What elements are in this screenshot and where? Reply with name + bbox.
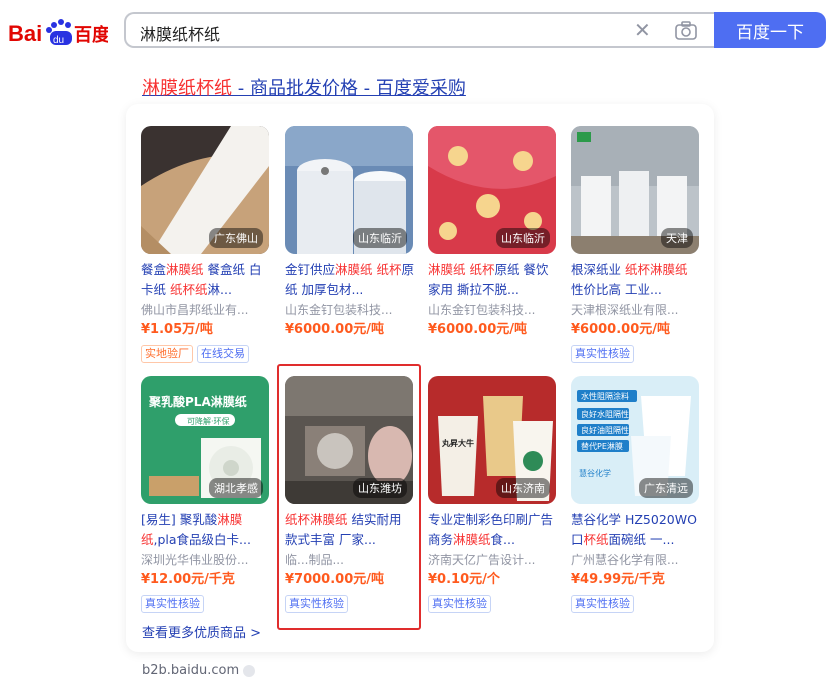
location-tag: 山东济南 bbox=[496, 478, 550, 498]
verification-tag: 真实性核验 bbox=[571, 345, 634, 363]
search-button[interactable]: 百度一下 bbox=[714, 12, 826, 48]
product-title[interactable]: 根深纸业 纸杯淋膜纸 性价比高 工业... bbox=[571, 260, 701, 300]
product-image[interactable]: 山东临沂 bbox=[428, 126, 556, 254]
svg-text:慧谷化学: 慧谷化学 bbox=[579, 468, 611, 478]
product-item[interactable]: 水性阻隔涂料 良好水阻隔性 良好油阻隔性 替代PE淋膜 慧谷化学 广东清远 慧谷… bbox=[571, 376, 701, 613]
product-image[interactable]: 广东佛山 bbox=[141, 126, 269, 254]
product-title[interactable]: 餐盒淋膜纸 餐盒纸 白卡纸 纸杯纸淋... bbox=[141, 260, 271, 300]
svg-text:聚乳酸PLA淋膜纸: 聚乳酸PLA淋膜纸 bbox=[148, 394, 247, 409]
product-card-panel: 广东佛山 餐盒淋膜纸 餐盒纸 白卡纸 纸杯纸淋... 佛山市昌邦纸业有... ¥… bbox=[126, 104, 714, 652]
company-name: 深圳光华伟业股份... bbox=[141, 553, 249, 567]
company-name: 临...制品... bbox=[285, 553, 344, 567]
location-tag: 山东临沂 bbox=[353, 228, 407, 248]
product-image[interactable]: 山东潍坊 bbox=[285, 376, 413, 504]
product-item[interactable]: 广东佛山 餐盒淋膜纸 餐盒纸 白卡纸 纸杯纸淋... 佛山市昌邦纸业有... ¥… bbox=[141, 126, 271, 363]
online-trade-tag: 在线交易 bbox=[197, 345, 249, 363]
more-products-link[interactable]: 查看更多优质商品 > bbox=[142, 622, 261, 641]
svg-text:du: du bbox=[53, 35, 64, 46]
verification-tag: 真实性核验 bbox=[285, 595, 348, 613]
product-price: ¥0.10元/个 bbox=[428, 572, 500, 587]
product-title[interactable]: [易生] 聚乳酸淋膜纸,pla食品级白卡... bbox=[141, 510, 271, 550]
product-image[interactable]: 天津 bbox=[571, 126, 699, 254]
company-name: 广州慧谷化学有限... bbox=[571, 553, 679, 567]
location-tag: 山东潍坊 bbox=[353, 478, 407, 498]
product-price: ¥12.00元/千克 bbox=[141, 572, 235, 587]
result-title-rest: - 商品批发价格 - 百度爱采购 bbox=[232, 78, 466, 99]
product-image[interactable]: 山东临沂 bbox=[285, 126, 413, 254]
clear-icon[interactable]: ✕ bbox=[634, 18, 651, 42]
location-tag: 天津 bbox=[661, 228, 693, 248]
product-title[interactable]: 纸杯淋膜纸 结实耐用 款式丰富 厂家... bbox=[285, 510, 415, 550]
product-price: ¥6000.00元/吨 bbox=[571, 322, 671, 337]
company-name: 天津根深纸业有限... bbox=[571, 303, 679, 317]
product-item[interactable]: 山东潍坊 纸杯淋膜纸 结实耐用 款式丰富 厂家... 临...制品... ¥70… bbox=[285, 376, 415, 613]
product-price: ¥1.05万/吨 bbox=[141, 322, 213, 337]
product-item[interactable]: 山东临沂 金钉供应淋膜纸 纸杯原纸 加厚包材... 山东金钉包装科技... ¥6… bbox=[285, 126, 415, 360]
svg-text:水性阻隔涂料: 水性阻隔涂料 bbox=[581, 391, 629, 401]
location-tag: 广东清远 bbox=[639, 478, 693, 498]
product-price: ¥7000.00元/吨 bbox=[285, 572, 385, 587]
location-tag: 山东临沂 bbox=[496, 228, 550, 248]
product-image[interactable]: 水性阻隔涂料 良好水阻隔性 良好油阻隔性 替代PE淋膜 慧谷化学 广东清远 bbox=[571, 376, 699, 504]
company-name: 佛山市昌邦纸业有... bbox=[141, 303, 249, 317]
svg-text:丸昇大牛: 丸昇大牛 bbox=[441, 438, 474, 448]
company-name: 济南天亿广告设计... bbox=[428, 553, 536, 567]
baidu-logo[interactable]: Bai du 百度 bbox=[8, 17, 111, 47]
company-name: 山东金钉包装科技... bbox=[428, 303, 536, 317]
verification-tag: 真实性核验 bbox=[141, 595, 204, 613]
factory-verified-tag: 实地验厂 bbox=[141, 345, 193, 363]
svg-text:百度: 百度 bbox=[74, 24, 108, 45]
product-image[interactable]: 聚乳酸PLA淋膜纸 可降解·环保 湖北孝感 bbox=[141, 376, 269, 504]
product-item[interactable]: 丸昇大牛 山东济南 专业定制彩色印刷广告商务淋膜纸食... 济南天亿广告设计..… bbox=[428, 376, 558, 613]
search-query-text[interactable]: 淋膜纸杯纸 bbox=[140, 21, 220, 45]
product-title[interactable]: 淋膜纸 纸杯原纸 餐饮家用 撕拉不脱... bbox=[428, 260, 558, 300]
product-title[interactable]: 金钉供应淋膜纸 纸杯原纸 加厚包材... bbox=[285, 260, 415, 300]
camera-icon[interactable] bbox=[674, 20, 698, 42]
search-input[interactable]: 淋膜纸杯纸 ✕ bbox=[124, 12, 714, 48]
product-title[interactable]: 慧谷化学 HZ5020WO口杯纸面碗纸 一... bbox=[571, 510, 701, 550]
svg-text:良好水阻隔性: 良好水阻隔性 bbox=[581, 409, 629, 419]
verification-tag: 真实性核验 bbox=[428, 595, 491, 613]
product-price: ¥6000.00元/吨 bbox=[285, 322, 385, 337]
product-item[interactable]: 天津 根深纸业 纸杯淋膜纸 性价比高 工业... 天津根深纸业有限... ¥60… bbox=[571, 126, 701, 363]
result-title-link[interactable]: 淋膜纸杯纸 - 商品批发价格 - 百度爱采购 bbox=[142, 74, 466, 100]
source-url[interactable]: b2b.baidu.com bbox=[142, 663, 256, 678]
verification-tag: 真实性核验 bbox=[571, 595, 634, 613]
location-tag: 广东佛山 bbox=[209, 228, 263, 248]
svg-text:可降解·环保: 可降解·环保 bbox=[187, 416, 230, 426]
svg-text:替代PE淋膜: 替代PE淋膜 bbox=[581, 441, 623, 451]
product-item[interactable]: 山东临沂 淋膜纸 纸杯原纸 餐饮家用 撕拉不脱... 山东金钉包装科技... ¥… bbox=[428, 126, 558, 360]
company-name: 山东金钉包装科技... bbox=[285, 303, 393, 317]
product-price: ¥6000.00元/吨 bbox=[428, 322, 528, 337]
svg-text:Bai: Bai bbox=[8, 21, 42, 46]
product-image[interactable]: 丸昇大牛 山东济南 bbox=[428, 376, 556, 504]
location-tag: 湖北孝感 bbox=[209, 478, 263, 498]
result-title-highlight: 淋膜纸杯纸 bbox=[142, 78, 232, 99]
product-item[interactable]: 聚乳酸PLA淋膜纸 可降解·环保 湖北孝感 [易生] 聚乳酸淋膜纸,pla食品级… bbox=[141, 376, 271, 613]
product-price: ¥49.99元/千克 bbox=[571, 572, 665, 587]
product-title[interactable]: 专业定制彩色印刷广告商务淋膜纸食... bbox=[428, 510, 558, 550]
source-info-icon[interactable] bbox=[243, 664, 256, 677]
svg-text:良好油阻隔性: 良好油阻隔性 bbox=[581, 425, 629, 435]
